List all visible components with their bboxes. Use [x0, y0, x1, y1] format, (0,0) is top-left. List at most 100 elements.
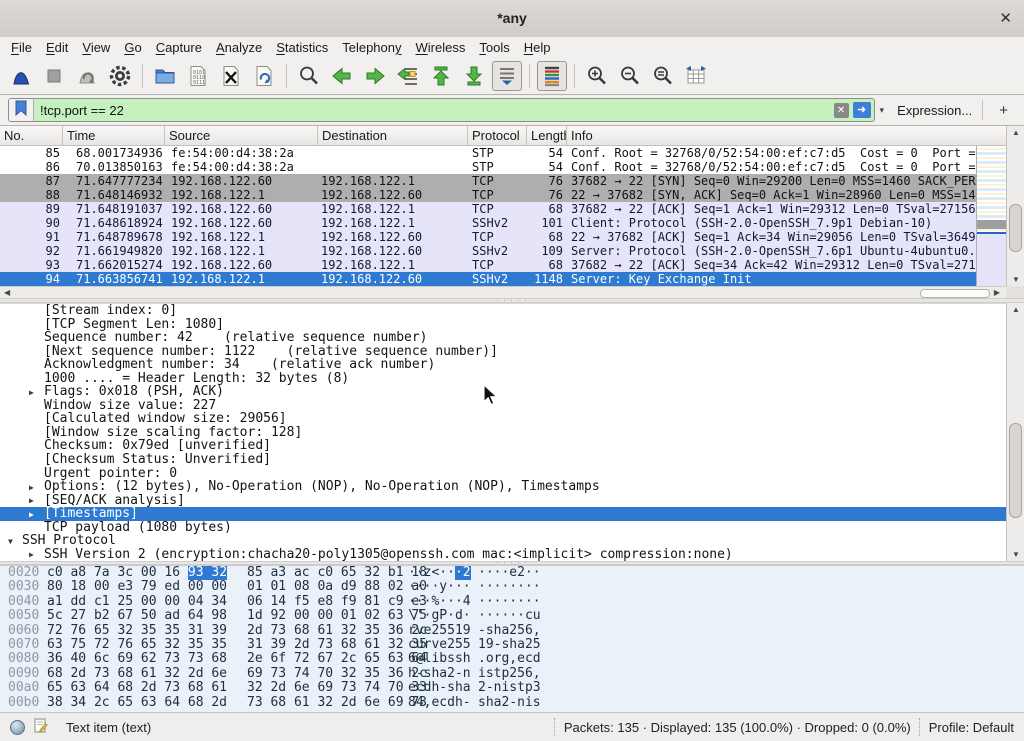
- resize-columns-button[interactable]: [681, 61, 711, 91]
- hex-segment[interactable]: rve25519: [408, 624, 471, 638]
- hex-segment[interactable]: 65 63 64 68 2d 73 68 61: [47, 681, 227, 695]
- go-to-packet-button[interactable]: [393, 61, 423, 91]
- hex-segment[interactable]: 69 73 74 70 32 35 36 2c: [247, 667, 427, 681]
- expand-icon[interactable]: ▶: [29, 386, 34, 400]
- find-packet-button[interactable]: [294, 61, 324, 91]
- hex-segment[interactable]: 1d 92 00 00 01 02 63 75: [247, 609, 427, 623]
- close-window-button[interactable]: ✕: [999, 9, 1012, 27]
- hex-segment[interactable]: 0050: [8, 609, 39, 623]
- packet-row[interactable]: 9371.662015274192.168.122.60192.168.122.…: [0, 258, 976, 272]
- add-filter-button[interactable]: +: [991, 102, 1016, 119]
- capture-comment-icon[interactable]: [34, 718, 48, 737]
- menu-statistics[interactable]: Statistics: [269, 39, 335, 56]
- scroll-up-icon[interactable]: ▲: [1007, 128, 1024, 137]
- detail-tree-item[interactable]: [Stream index: 0]: [0, 304, 1006, 318]
- expression-button[interactable]: Expression...: [889, 103, 982, 118]
- menu-analyze[interactable]: Analyze: [209, 39, 269, 56]
- filter-clear-button[interactable]: ✕: [834, 103, 849, 118]
- vscroll-thumb[interactable]: [1009, 204, 1022, 252]
- hex-segment[interactable]: 72 76 65 32 35 35 31 39: [47, 624, 227, 638]
- detail-tree-item[interactable]: Urgent pointer: 0: [0, 467, 1006, 481]
- menu-go[interactable]: Go: [117, 39, 148, 56]
- go-first-button[interactable]: [426, 61, 456, 91]
- detail-tree-item[interactable]: [Next sequence number: 1122 (relative se…: [0, 345, 1006, 359]
- hex-segment[interactable]: 68 2d 73 68 61 32 2d 6e: [47, 667, 227, 681]
- hex-segment[interactable]: a1 dd c1 25 00 00 04 34: [47, 595, 227, 609]
- file-reload-button[interactable]: [249, 61, 279, 91]
- detail-tree-item[interactable]: 1000 .... = Header Length: 32 bytes (8): [0, 372, 1006, 386]
- menu-capture[interactable]: Capture: [149, 39, 209, 56]
- zoom-out-button[interactable]: [615, 61, 645, 91]
- detail-tree-item[interactable]: Acknowledgment number: 34 (relative ack …: [0, 358, 1006, 372]
- capture-restart-button[interactable]: [72, 61, 102, 91]
- hex-segment[interactable]: 19-sha25: [478, 638, 541, 652]
- detail-vscrollbar[interactable]: ▲ ▼: [1006, 303, 1024, 561]
- filter-bookmark-button[interactable]: [9, 99, 34, 121]
- hex-segment[interactable]: 6@libssh: [408, 652, 471, 666]
- auto-scroll-button[interactable]: [492, 61, 522, 91]
- packet-list-vscrollbar[interactable]: ▲ ▼: [1006, 126, 1024, 286]
- hex-segment[interactable]: ······cu: [478, 609, 541, 623]
- hex-segment[interactable]: 63 75 72 76 65 32 35 35: [47, 638, 227, 652]
- hex-segment[interactable]: ecdh-sha: [408, 681, 471, 695]
- hex-segment[interactable]: ····e2··: [478, 566, 541, 580]
- scroll-left-icon[interactable]: ◀: [4, 288, 10, 297]
- packet-row[interactable]: 8670.013850163fe:54:00:d4:38:2aSTP54Conf…: [0, 160, 976, 174]
- colorize-button[interactable]: [537, 61, 567, 91]
- detail-tree-item[interactable]: ▶[Timestamps]: [0, 507, 1006, 521]
- detail-tree-item[interactable]: ▶[SEQ/ACK analysis]: [0, 494, 1006, 508]
- hex-segment[interactable]: 06 14 f5 e8 f9 81 c9 e3: [247, 595, 427, 609]
- menu-help[interactable]: Help: [517, 39, 558, 56]
- title-bar[interactable]: *any ✕: [0, 0, 1024, 38]
- detail-tree-item[interactable]: [Window size scaling factor: 128]: [0, 426, 1006, 440]
- expand-icon[interactable]: ▶: [29, 494, 34, 508]
- packet-row[interactable]: 9471.663856741192.168.122.1192.168.122.6…: [0, 272, 976, 286]
- hex-segment[interactable]: 2-nistp3: [478, 681, 541, 695]
- menu-file[interactable]: File: [4, 39, 39, 56]
- packet-row[interactable]: 8871.648146932192.168.122.1192.168.122.6…: [0, 188, 976, 202]
- collapse-icon[interactable]: ▼: [8, 535, 13, 549]
- column-header-no[interactable]: No.: [0, 126, 63, 145]
- display-filter-input[interactable]: [34, 103, 834, 118]
- hex-segment[interactable]: 85 a3 ac c0 65 32 b1 18: [247, 566, 427, 580]
- hex-segment[interactable]: 0070: [8, 638, 39, 652]
- hex-segment[interactable]: ··z<···2: [408, 566, 471, 580]
- hex-segment[interactable]: sha2-nis: [478, 696, 541, 710]
- packet-row[interactable]: 9271.661949820192.168.122.1192.168.122.6…: [0, 244, 976, 258]
- hex-segment[interactable]: 32 2d 6e 69 73 74 70 33: [247, 681, 427, 695]
- hex-segment[interactable]: ········: [478, 580, 541, 594]
- detail-tree-item[interactable]: ▶Options: (12 bytes), No-Operation (NOP)…: [0, 480, 1006, 494]
- file-open-button[interactable]: [150, 61, 180, 91]
- column-header-destination[interactable]: Destination: [318, 126, 468, 145]
- detail-tree-item[interactable]: [Calculated window size: 29056]: [0, 412, 1006, 426]
- detail-tree-item[interactable]: TCP payload (1080 bytes): [0, 521, 1006, 535]
- go-back-button[interactable]: [327, 61, 357, 91]
- hex-segment[interactable]: h-sha2-n: [408, 667, 471, 681]
- hex-segment[interactable]: 31 39 2d 73 68 61 32 35: [247, 638, 427, 652]
- hex-segment[interactable]: 0060: [8, 624, 39, 638]
- hex-segment[interactable]: istp256,: [478, 667, 541, 681]
- expand-icon[interactable]: ▶: [29, 548, 34, 561]
- hex-segment[interactable]: 00b0: [8, 696, 39, 710]
- hex-segment[interactable]: 73 68 61 32 2d 6e 69 73: [247, 696, 427, 710]
- intelligent-scrollbar-minimap[interactable]: [976, 146, 1006, 286]
- hex-segment[interactable]: ···%···4: [408, 595, 471, 609]
- hex-segment[interactable]: \'·gP·d·: [408, 609, 471, 623]
- column-header-info[interactable]: Info: [567, 126, 1024, 145]
- profile-status[interactable]: Profile: Default: [929, 720, 1014, 735]
- hex-segment[interactable]: 2d 73 68 61 32 35 36 2c: [247, 624, 427, 638]
- column-header-time[interactable]: Time: [63, 126, 165, 145]
- detail-tree-item[interactable]: [TCP Segment Len: 1080]: [0, 318, 1006, 332]
- packet-row[interactable]: 9171.648789678192.168.122.1192.168.122.6…: [0, 230, 976, 244]
- packet-row[interactable]: 8771.647777234192.168.122.60192.168.122.…: [0, 174, 976, 188]
- hex-segment[interactable]: 38 34 2c 65 63 64 68 2d: [47, 696, 227, 710]
- detail-tree-item[interactable]: Window size value: 227: [0, 399, 1006, 413]
- hex-segment[interactable]: curve255: [408, 638, 471, 652]
- capture-stop-button[interactable]: [39, 61, 69, 91]
- hex-segment[interactable]: 0030: [8, 580, 39, 594]
- menu-wireless[interactable]: Wireless: [409, 39, 473, 56]
- menu-view[interactable]: View: [75, 39, 117, 56]
- expand-icon[interactable]: ▶: [29, 481, 34, 495]
- packet-row[interactable]: 9071.648618924192.168.122.60192.168.122.…: [0, 216, 976, 230]
- expand-icon[interactable]: ▶: [29, 508, 34, 522]
